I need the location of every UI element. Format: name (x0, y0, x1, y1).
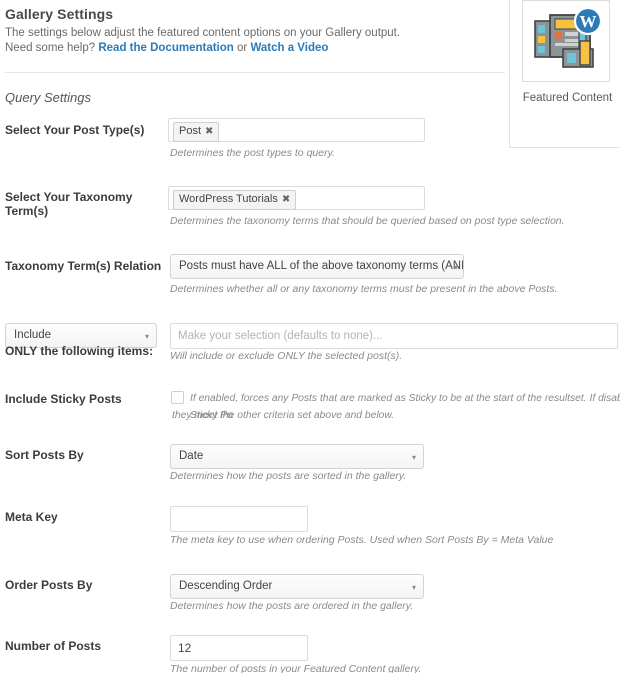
label-sort-posts-by: Sort Posts By (5, 448, 84, 462)
label-post-types: Select Your Post Type(s) (5, 123, 145, 137)
tag-chip[interactable]: WordPress Tutorials ✖ (173, 190, 297, 210)
chip-label: WordPress Tutorials (179, 193, 278, 205)
tag-chip[interactable]: Post ✖ (173, 122, 220, 142)
featured-content-layout-icon: W (534, 6, 603, 68)
taxonomy-terms-multiselect[interactable]: WordPress Tutorials ✖ (168, 186, 425, 210)
post-types-multiselect[interactable]: Post ✖ (168, 118, 425, 142)
desc-taxonomy-terms: Determines the taxonomy terms that shoul… (170, 215, 565, 227)
chip-label: Post (179, 125, 202, 137)
chevron-down-icon: ▾ (453, 263, 458, 272)
section-title-query-settings: Query Settings (5, 90, 91, 105)
label-include-sticky-posts: Include Sticky Posts (5, 392, 122, 406)
label-taxonomy-relation: Taxonomy Term(s) Relation (5, 259, 162, 273)
label-order-posts-by: Order Posts By (5, 578, 93, 592)
help-line: Need some help? Read the Documentation o… (5, 42, 328, 54)
documentation-link[interactable]: Read the Documentation (98, 42, 233, 54)
help-prefix: Need some help? (5, 42, 99, 54)
desc-order-posts-by: Determines how the posts are ordered in … (170, 600, 414, 612)
sort-posts-by-select[interactable]: Date ▾ (170, 444, 424, 469)
featured-content-panel: W Featured Content (509, 0, 620, 148)
desc-sticky-line2: they meet the other criteria set above a… (172, 410, 395, 421)
order-posts-by-select[interactable]: Descending Order ▾ (170, 574, 424, 599)
watch-video-link[interactable]: Watch a Video (250, 42, 328, 54)
desc-meta-key: The meta key to use when ordering Posts.… (170, 534, 554, 546)
desc-post-types: Determines the post types to query. (170, 147, 335, 159)
featured-content-thumbnail[interactable]: W (522, 0, 610, 82)
label-number-of-posts: Number of Posts (5, 639, 102, 653)
include-exclude-items-input[interactable]: Make your selection (defaults to none)..… (170, 323, 618, 349)
desc-sort-posts-by: Determines how the posts are sorted in t… (170, 470, 407, 482)
featured-content-caption: Featured Content (522, 92, 613, 104)
desc-include-sticky-posts: If enabled, forces any Posts that are ma… (172, 390, 620, 424)
page-subtitle: The settings below adjust the featured c… (5, 27, 401, 39)
taxonomy-relation-value: Posts must have ALL of the above taxonom… (179, 260, 464, 272)
label-taxonomy-terms: Select Your Taxonomy Term(s) (5, 190, 133, 218)
chip-remove-icon[interactable]: ✖ (205, 126, 213, 137)
number-of-posts-input[interactable]: 12 (170, 635, 308, 661)
desc-taxonomy-relation: Determines whether all or any taxonomy t… (170, 283, 558, 295)
svg-text:W: W (580, 12, 597, 31)
meta-key-input[interactable] (170, 506, 308, 532)
gallery-settings-page: Gallery Settings The settings below adju… (0, 0, 620, 673)
label-meta-key: Meta Key (5, 510, 58, 524)
sort-posts-by-value: Date (179, 450, 204, 462)
page-title: Gallery Settings (5, 6, 114, 22)
include-sticky-posts-checkbox[interactable] (171, 391, 184, 404)
desc-include-exclude: Will include or exclude ONLY the selecte… (170, 350, 403, 362)
order-posts-by-value: Descending Order (179, 580, 273, 592)
header-divider (5, 72, 505, 73)
desc-number-of-posts: The number of posts in your Featured Con… (170, 663, 422, 673)
chevron-down-icon: ▾ (411, 453, 416, 462)
chip-remove-icon[interactable]: ✖ (282, 194, 290, 205)
label-include-only-items: ONLY the following items: (5, 344, 154, 358)
help-or: or (233, 42, 251, 54)
chevron-down-icon: ▾ (411, 583, 416, 592)
taxonomy-relation-select[interactable]: Posts must have ALL of the above taxonom… (170, 254, 464, 279)
include-exclude-mode-value: Include (14, 329, 52, 341)
